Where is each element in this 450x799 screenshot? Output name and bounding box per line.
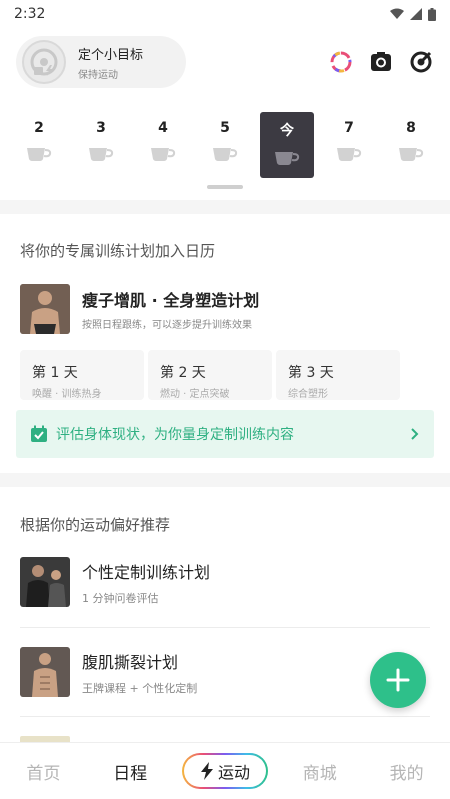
assess-text: 评估身体现状，为你量身定制训练内容 xyxy=(56,427,294,443)
day-item[interactable]: 7 xyxy=(322,112,376,178)
cup-icon xyxy=(89,148,114,161)
recommend-name: 个性定制训练计划 xyxy=(82,562,211,582)
assess-banner[interactable]: 评估身体现状，为你量身定制训练内容 xyxy=(16,410,434,458)
plan-description: 按照日程跟练，可以逐步提升训练效果 xyxy=(82,320,252,331)
day-card-subtitle: 综合塑形 xyxy=(288,389,328,400)
divider xyxy=(20,716,430,717)
recommend-section-title: 根据你的运动偏好推荐 xyxy=(20,516,171,534)
battery-icon xyxy=(428,7,436,21)
list-item[interactable]: 腹肌撕裂计划 王牌课程 + 个性化定制 xyxy=(20,641,430,703)
divider xyxy=(20,627,430,628)
plan-row[interactable]: 瘦子增肌 · 全身塑造计划 按照日程跟练，可以逐步提升训练效果 xyxy=(20,284,430,334)
disc-icon xyxy=(30,48,58,76)
recommend-desc: 1 分钟问卷评估 xyxy=(82,591,159,605)
nav-schedule[interactable]: 日程 xyxy=(95,759,165,784)
calendar-check-icon xyxy=(31,425,47,442)
nav-mine[interactable]: 我的 xyxy=(372,759,442,784)
recommend-thumbnail xyxy=(20,557,70,607)
day-label: 4 xyxy=(158,120,168,136)
chevron-right-icon xyxy=(411,428,419,440)
cup-icon xyxy=(27,148,52,161)
day-label: 5 xyxy=(220,120,230,136)
target-icon[interactable] xyxy=(408,49,434,75)
day-item[interactable]: 4 xyxy=(136,112,190,178)
goal-subtitle: 保持运动 xyxy=(78,69,118,81)
drag-handle[interactable] xyxy=(207,185,243,189)
week-strip: 2 3 4 5 今 7 8 xyxy=(12,112,438,178)
goal-avatar xyxy=(22,40,66,84)
cup-icon xyxy=(275,152,300,165)
day-cards: 第 1 天唤醒 · 训练热身第 2 天燃动 · 定点突破第 3 天综合塑形 xyxy=(20,350,400,400)
day-label: 3 xyxy=(96,120,106,136)
day-label: 8 xyxy=(406,120,416,136)
day-card-subtitle: 燃动 · 定点突破 xyxy=(160,389,230,400)
section-divider xyxy=(0,473,450,487)
day-item[interactable]: 8 xyxy=(384,112,438,178)
day-label: 2 xyxy=(34,120,44,136)
recommend-thumbnail xyxy=(20,647,70,697)
nav-home[interactable]: 首页 xyxy=(8,759,78,784)
day-today[interactable]: 今 xyxy=(260,112,314,178)
day-card-title: 第 2 天 xyxy=(160,365,206,381)
plan-thumbnail xyxy=(20,284,70,334)
cup-icon xyxy=(399,148,424,161)
plus-icon xyxy=(386,668,410,692)
section-divider xyxy=(0,200,450,214)
camera-icon[interactable] xyxy=(368,49,394,75)
recommend-name: 腹肌撕裂计划 xyxy=(82,652,179,672)
wifi-icon xyxy=(390,8,404,19)
day-card[interactable]: 第 3 天综合塑形 xyxy=(276,350,400,400)
list-item[interactable]: 个性定制训练计划 1 分钟问卷评估 xyxy=(20,551,430,613)
day-card-title: 第 3 天 xyxy=(288,365,334,381)
day-label: 今 xyxy=(280,123,294,139)
recommend-desc: 王牌课程 + 个性化定制 xyxy=(82,681,198,695)
day-card[interactable]: 第 1 天唤醒 · 训练热身 xyxy=(20,350,144,400)
nav-mall[interactable]: 商城 xyxy=(285,759,355,784)
day-card-subtitle: 唤醒 · 训练热身 xyxy=(32,389,102,400)
status-bar: 2:32 xyxy=(0,0,450,28)
day-item[interactable]: 3 xyxy=(74,112,128,178)
status-icons xyxy=(390,7,436,21)
plan-section-title: 将你的专属训练计划加入日历 xyxy=(20,242,216,260)
goal-pill[interactable]: 定个小目标 保持运动 xyxy=(16,36,186,88)
cup-icon xyxy=(337,148,362,161)
goal-title: 定个小目标 xyxy=(78,47,144,63)
plan-name: 瘦子增肌 · 全身塑造计划 xyxy=(82,291,260,310)
header: 定个小目标 保持运动 xyxy=(16,36,434,88)
cup-icon xyxy=(213,148,238,161)
day-card-title: 第 1 天 xyxy=(32,365,78,381)
day-item[interactable]: 5 xyxy=(198,112,252,178)
day-card[interactable]: 第 2 天燃动 · 定点突破 xyxy=(148,350,272,400)
ring-icon[interactable] xyxy=(328,49,354,75)
add-button[interactable] xyxy=(370,652,426,708)
lightning-icon xyxy=(200,762,213,780)
status-time: 2:32 xyxy=(14,6,46,22)
nav-sport[interactable]: 运动 xyxy=(181,753,268,789)
nav-sport-label: 运动 xyxy=(217,763,250,782)
day-label: 7 xyxy=(344,120,354,136)
day-item[interactable]: 2 xyxy=(12,112,66,178)
cup-icon xyxy=(151,148,176,161)
signal-icon xyxy=(410,8,422,20)
bottom-nav: 首页 日程 运动 商城 我的 xyxy=(0,742,450,799)
